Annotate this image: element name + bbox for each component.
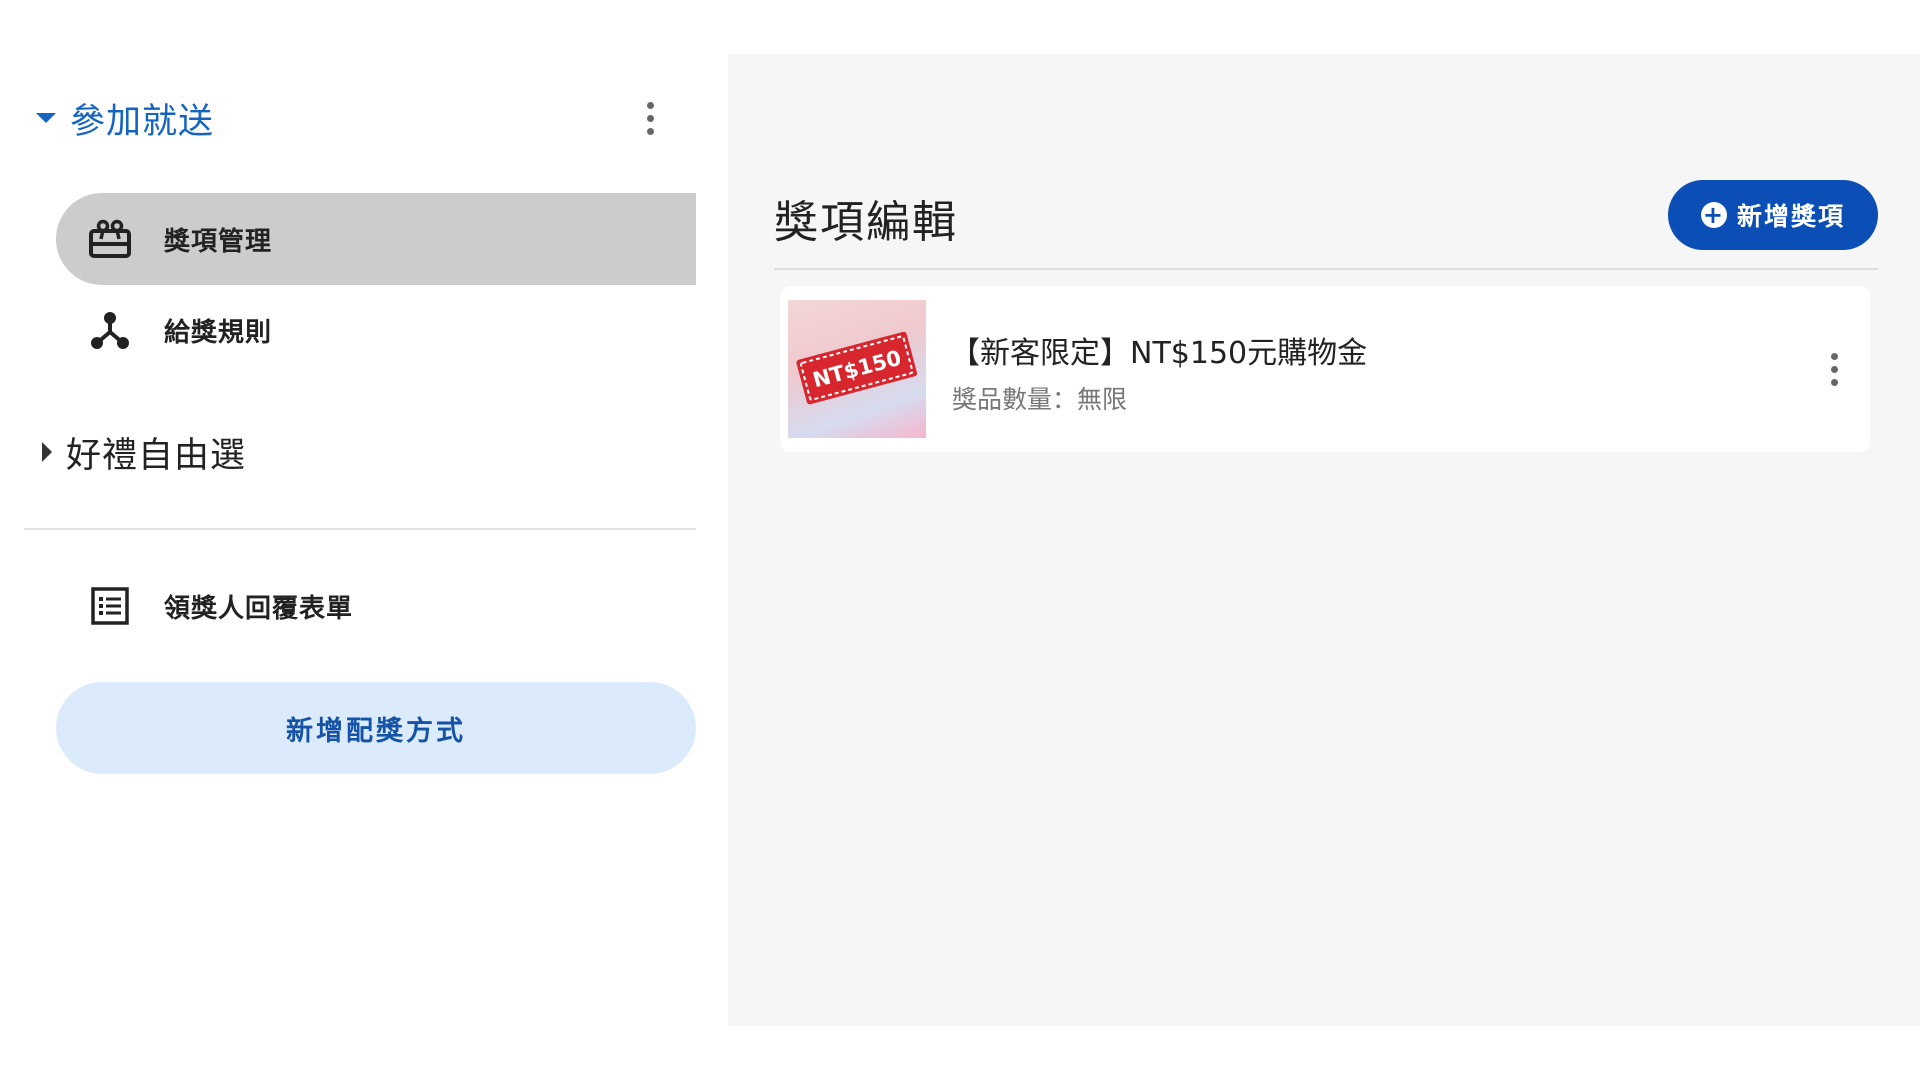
prize-name: 【新客限定】NT$150元購物金 — [950, 336, 1368, 371]
add-award-method-button[interactable]: 新增配獎方式 — [56, 682, 696, 774]
add-prize-button[interactable]: + 新增獎項 — [1668, 180, 1878, 250]
add-prize-label: 新增獎項 — [1736, 202, 1845, 231]
sidebar-item-award-rules[interactable]: 給獎規則 — [56, 284, 696, 376]
sidebar: 參加就送 獎項管理 給獎規則 好禮自由選 領獎人回覆表單 新增配獎方式 — [0, 0, 728, 1080]
prize-more-options-icon[interactable] — [1814, 339, 1854, 399]
plus-circle-icon: + — [1700, 201, 1727, 229]
group-title: 好禮自由選 — [66, 435, 247, 476]
sidebar-item-label: 獎項管理 — [164, 226, 273, 257]
group-title: 參加就送 — [70, 101, 215, 142]
main-panel: 獎項編輯 + 新增獎項 NT$150 【新客限定】NT$150元購物金 獎品數量… — [728, 54, 1920, 1026]
sidebar-item-label: 給獎規則 — [164, 317, 273, 348]
page-title: 獎項編輯 — [774, 197, 958, 248]
gift-box-icon — [86, 215, 134, 263]
sidebar-divider — [24, 528, 696, 530]
branch-icon — [86, 306, 134, 354]
caret-down-icon — [36, 113, 56, 123]
list-form-icon — [86, 582, 134, 630]
sidebar-item-label: 領獎人回覆表單 — [164, 593, 354, 624]
caret-right-icon — [42, 442, 52, 462]
group-header-participate-gift[interactable]: 參加就送 — [36, 88, 214, 148]
more-options-icon[interactable] — [630, 88, 670, 148]
prize-card[interactable]: NT$150 【新客限定】NT$150元購物金 獎品數量：無限 — [780, 286, 1870, 452]
prize-thumbnail: NT$150 — [788, 300, 926, 438]
group-header-free-choice-gift[interactable]: 好禮自由選 — [36, 422, 246, 482]
sidebar-item-prize-management[interactable]: 獎項管理 — [56, 193, 696, 285]
title-divider — [774, 268, 1878, 270]
sidebar-item-winner-form[interactable]: 領獎人回覆表單 — [56, 560, 696, 652]
prize-quantity: 獎品數量：無限 — [952, 385, 1128, 414]
